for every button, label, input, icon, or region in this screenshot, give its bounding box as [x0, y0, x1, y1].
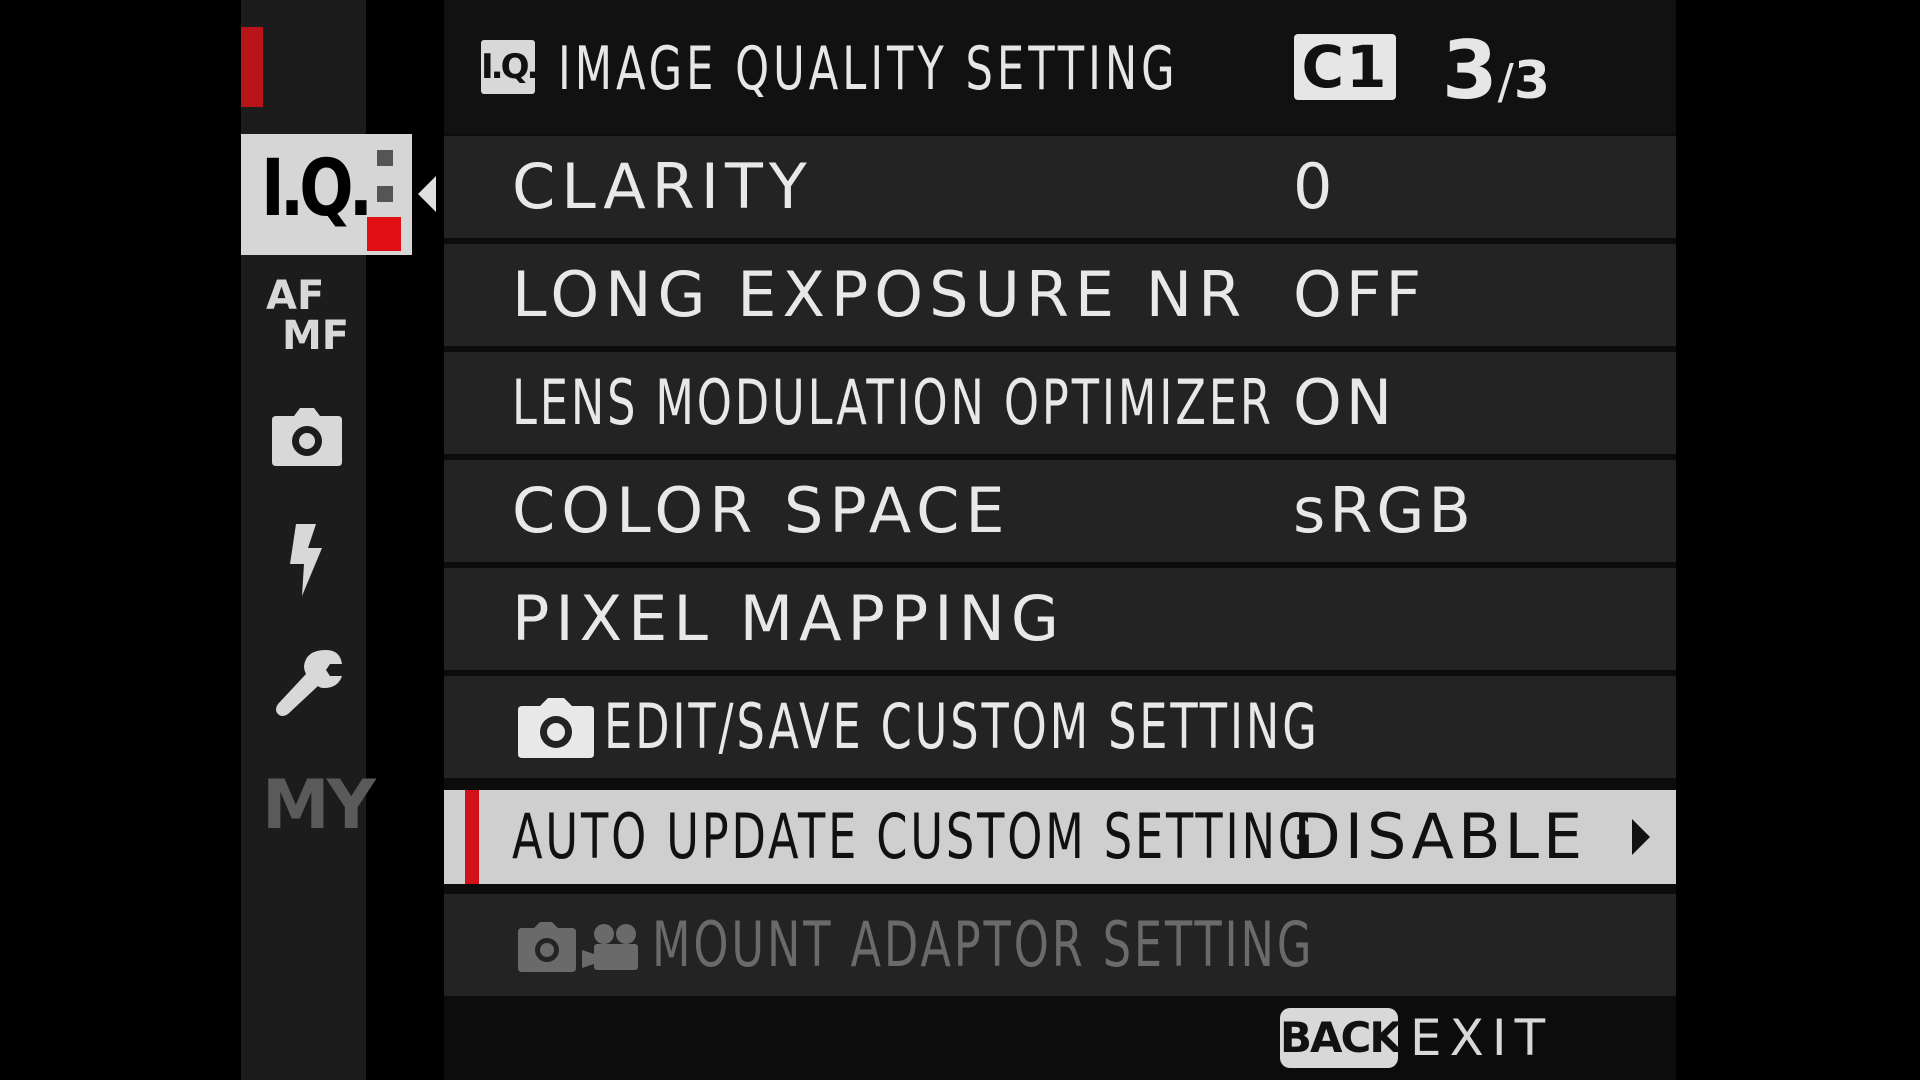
exit-label: EXIT [1410, 1009, 1554, 1067]
iq-icon: I.Q. [261, 144, 373, 234]
flash-icon[interactable] [286, 524, 330, 596]
camera-menu-screen: I.Q. AF MF MY I.Q. IMAGE QUALITY SETTING… [0, 0, 1920, 1080]
page-indicator: 3/3 [1442, 24, 1550, 117]
menu-item-value: ON [1293, 366, 1397, 439]
menu-item-auto-update-custom-setting[interactable]: AUTO UPDATE CUSTOM SETTING DISABLE [444, 790, 1676, 884]
menu-item-value: 0 [1293, 150, 1337, 223]
menu-item-value: OFF [1293, 258, 1426, 331]
menu-item-label: LONG EXPOSURE NR [512, 258, 1248, 331]
menu-item-label: CLARITY [512, 150, 813, 223]
menu-item-label: EDIT/SAVE CUSTOM SETTING [604, 690, 1320, 763]
page-title: IMAGE QUALITY SETTING [558, 34, 1179, 104]
tab-af-mf[interactable]: AF MF [266, 276, 356, 356]
menu-item-value: DISABLE [1293, 800, 1587, 873]
menu-item-pixel-mapping[interactable]: PIXEL MAPPING [444, 568, 1676, 670]
my-menu-icon[interactable]: MY [262, 766, 376, 845]
menu-item-label: AUTO UPDATE CUSTOM SETTING [512, 800, 1316, 873]
menu-position-indicator [241, 27, 263, 107]
page-dot-3-active [367, 217, 401, 251]
custom-slot-badge: C1 [1294, 34, 1396, 100]
menu-item-label: LENS MODULATION OPTIMIZER [512, 366, 1274, 439]
camera-icon[interactable] [272, 408, 342, 466]
page-dot-2 [377, 186, 393, 202]
camera-movie-icon [518, 922, 638, 972]
selection-marker [465, 790, 479, 884]
tab-image-quality[interactable]: I.Q. [241, 134, 412, 255]
menu-item-lens-modulation-optimizer[interactable]: LENS MODULATION OPTIMIZER ON [444, 352, 1676, 454]
back-button-icon[interactable]: BACK [1280, 1008, 1402, 1068]
menu-item-color-space[interactable]: COLOR SPACE sRGB [444, 460, 1676, 562]
page-current: 3 [1442, 24, 1498, 117]
menu-item-label: MOUNT ADAPTOR SETTING [652, 908, 1315, 981]
page-separator: / [1497, 54, 1514, 110]
camera-icon [518, 698, 594, 758]
tab-caret-icon [418, 176, 436, 212]
menu-item-label: COLOR SPACE [512, 474, 1011, 547]
menu-item-label: PIXEL MAPPING [512, 582, 1065, 655]
menu-item-clarity[interactable]: CLARITY 0 [444, 136, 1676, 238]
menu-item-mount-adaptor-setting[interactable]: MOUNT ADAPTOR SETTING [444, 894, 1676, 996]
menu-item-long-exposure-nr[interactable]: LONG EXPOSURE NR OFF [444, 244, 1676, 346]
image-quality-icon: I.Q. [481, 40, 539, 94]
mf-label: MF [282, 313, 350, 359]
menu-item-edit-save-custom-setting[interactable]: EDIT/SAVE CUSTOM SETTING [444, 676, 1676, 778]
page-total: 3 [1513, 51, 1551, 111]
menu-item-value: sRGB [1293, 474, 1475, 547]
page-dot-1 [377, 150, 393, 166]
wrench-icon[interactable] [274, 648, 344, 718]
chevron-right-icon[interactable] [1632, 819, 1650, 855]
